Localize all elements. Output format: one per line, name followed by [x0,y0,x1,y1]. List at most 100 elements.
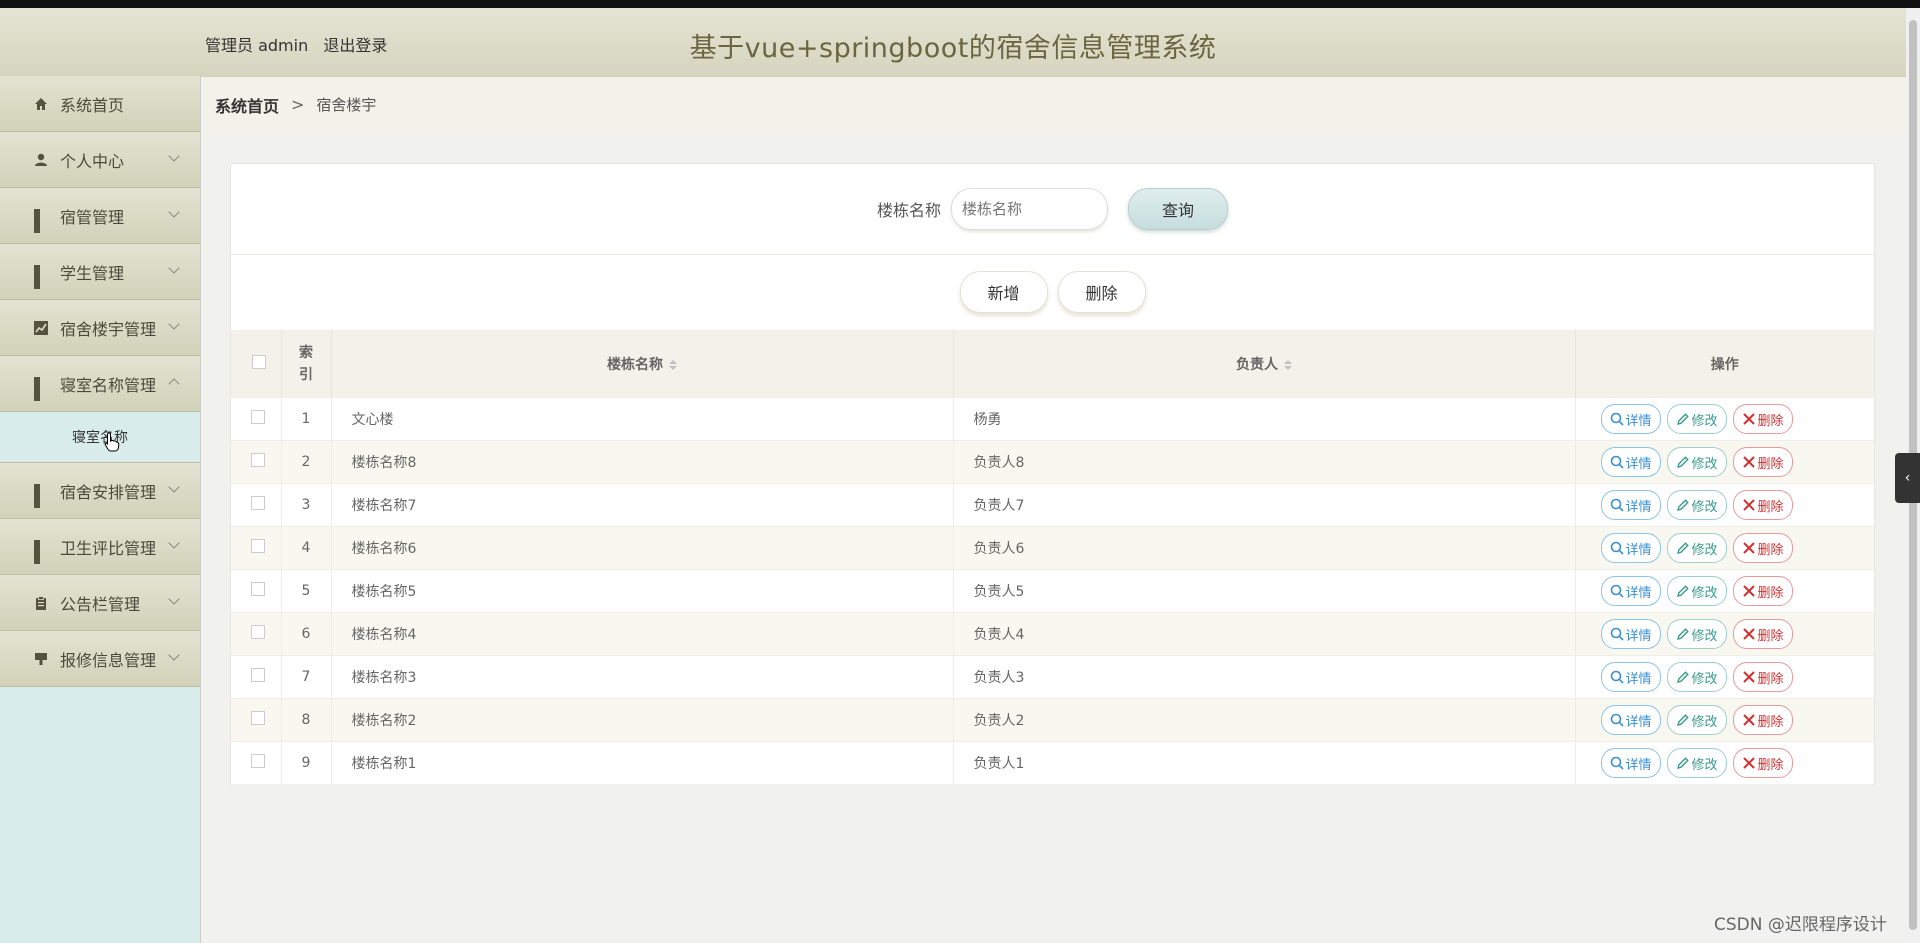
add-button[interactable]: 新增 [959,271,1048,313]
detail-button[interactable]: 详情 [1600,404,1661,434]
sidebar-item-personal[interactable]: 个人中心 [0,132,200,188]
sidebar-item-hygiene[interactable]: 卫生评比管理 [0,519,200,575]
close-icon [1742,499,1755,511]
edit-button[interactable]: 修改 [1666,576,1727,606]
row-building-name: 楼栋名称5 [331,569,954,613]
sidebar-item-label: 宿舍楼宇管理 [60,319,157,339]
search-icon [1610,455,1624,469]
sidebar-item-notices[interactable]: 公告栏管理 [0,575,200,631]
table-row: 6 楼栋名称4 负责人4 详情 修改 删除 [231,612,1874,656]
pencil-icon [1676,499,1689,511]
pencil-icon [1676,456,1689,468]
table-row: 5 楼栋名称5 负责人5 详情 修改 删除 [231,569,1874,613]
sidebar-item-repairs[interactable]: 报修信息管理 [0,631,200,687]
sort-icon[interactable] [1284,360,1292,370]
edit-button[interactable]: 修改 [1666,619,1727,649]
table-row: 1 文心楼 杨勇 详情 修改 删除 [231,398,1874,441]
chevron-down-icon [168,318,180,330]
edit-button[interactable]: 修改 [1666,662,1727,692]
row-manager: 负责人5 [953,569,1576,613]
sidebar-item-label: 卫生评比管理 [60,538,157,558]
row-checkbox[interactable] [251,711,265,725]
row-checkbox[interactable] [251,625,265,639]
submenu-item-room-name[interactable]: 寝室名称 [0,412,200,463]
header-index: 索引 [281,330,332,398]
close-icon [1742,757,1755,769]
building-name-input[interactable] [951,188,1108,230]
delete-button[interactable]: 删除 [1732,533,1793,563]
chevron-down-icon [168,537,180,549]
row-select-cell [231,526,282,570]
edit-button[interactable]: 修改 [1666,447,1727,477]
delete-button[interactable]: 删除 [1732,662,1793,692]
edit-button[interactable]: 修改 [1666,490,1727,520]
row-checkbox[interactable] [251,668,265,682]
row-operations: 详情 修改 删除 [1575,484,1874,527]
batch-delete-button[interactable]: 删除 [1057,271,1146,313]
table-body: 1 文心楼 杨勇 详情 修改 删除 2 楼栋名称8 负责人8 详情 修改 删除 3 楼栋名称7 负责人7 详情… [231,398,1874,785]
detail-button[interactable]: 详情 [1600,705,1661,735]
row-operations: 详情 修改 删除 [1575,699,1874,742]
row-checkbox[interactable] [251,410,265,424]
delete-button[interactable]: 删除 [1732,447,1793,477]
edit-button[interactable]: 修改 [1666,533,1727,563]
row-manager: 负责人2 [953,698,1576,742]
search-icon [1610,541,1624,555]
row-checkbox[interactable] [251,754,265,768]
row-checkbox[interactable] [251,539,265,553]
sidebar-item-students[interactable]: 学生管理 [0,244,200,300]
row-checkbox[interactable] [251,582,265,596]
row-manager: 负责人1 [953,741,1576,785]
sidebar-item-arrangement[interactable]: 宿舍安排管理 [0,463,200,519]
delete-button[interactable]: 删除 [1732,748,1793,778]
edit-button[interactable]: 修改 [1666,404,1727,434]
chevron-down-icon [168,649,180,661]
panel-toggle-button[interactable]: ‹ [1895,453,1920,503]
detail-button[interactable]: 详情 [1600,576,1661,606]
row-index: 5 [281,569,332,613]
chevron-down-icon [168,206,180,218]
delete-button[interactable]: 删除 [1732,619,1793,649]
row-index: 3 [281,483,332,527]
row-checkbox[interactable] [251,496,265,510]
grid-icon [34,376,48,401]
sidebar-item-buildings[interactable]: 宿舍楼宇管理 [0,300,200,356]
sidebar-item-label: 个人中心 [60,151,125,171]
breadcrumb: 系统首页 > 宿舍楼宇 [201,77,1906,132]
chevron-up-icon [168,378,180,390]
sidebar-item-home[interactable]: 系统首页 [0,76,200,132]
breadcrumb-home[interactable]: 系统首页 [215,93,279,117]
delete-button[interactable]: 删除 [1732,705,1793,735]
sidebar-item-rooms[interactable]: 寝室名称管理 [0,356,200,412]
select-all-checkbox[interactable] [252,355,266,369]
query-button[interactable]: 查询 [1128,188,1228,230]
delete-button[interactable]: 删除 [1732,576,1793,606]
header-building-name[interactable]: 楼栋名称 [331,330,954,398]
close-icon [1742,542,1755,554]
detail-button[interactable]: 详情 [1600,748,1661,778]
search-bar: 楼栋名称 查询 [231,164,1874,255]
edit-button[interactable]: 修改 [1666,705,1727,735]
home-icon [35,97,47,110]
detail-button[interactable]: 详情 [1600,619,1661,649]
sidebar-item-dorm-manager[interactable]: 宿管管理 [0,188,200,244]
sort-icon[interactable] [669,360,677,370]
header-manager[interactable]: 负责人 [953,330,1576,398]
delete-button[interactable]: 删除 [1732,404,1793,434]
close-icon [1742,585,1755,597]
edit-button[interactable]: 修改 [1666,748,1727,778]
sidebar-item-label: 公告栏管理 [60,594,141,614]
watermark: CSDN @迟限程序设计 [1714,915,1887,935]
detail-button[interactable]: 详情 [1600,662,1661,692]
row-checkbox[interactable] [251,453,265,467]
detail-button[interactable]: 详情 [1600,533,1661,563]
close-icon [1742,671,1755,683]
detail-button[interactable]: 详情 [1600,447,1661,477]
detail-button[interactable]: 详情 [1600,490,1661,520]
row-select-cell [231,698,282,742]
delete-button[interactable]: 删除 [1732,490,1793,520]
grid-icon [34,483,48,508]
select-all-cell [231,330,282,398]
table-row: 3 楼栋名称7 负责人7 详情 修改 删除 [231,483,1874,527]
grid-icon [34,539,48,564]
